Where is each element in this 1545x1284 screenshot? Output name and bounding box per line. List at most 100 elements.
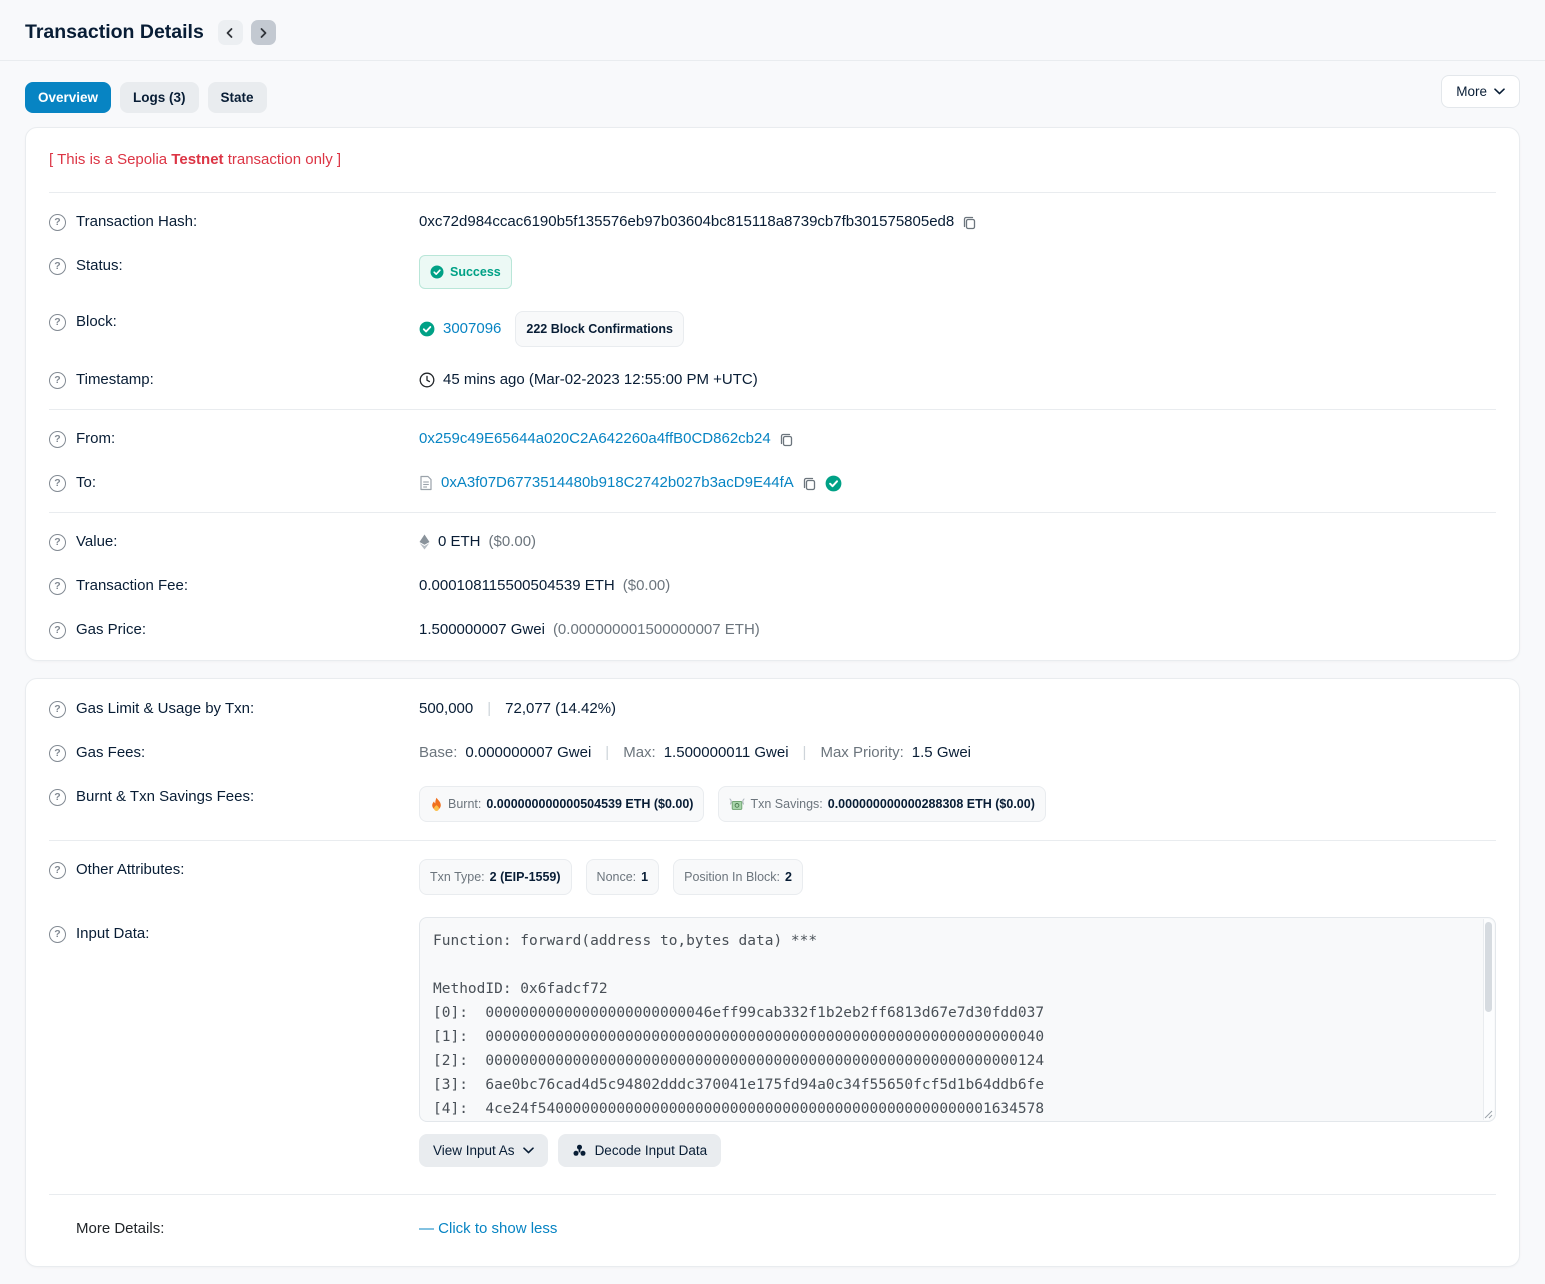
divider (49, 840, 1496, 841)
nonce-value: 1 (641, 866, 648, 888)
gas-price-amount: 1.500000007 Gwei (419, 619, 545, 641)
transaction-fee-usd: ($0.00) (623, 575, 671, 597)
details-card: ? Gas Limit & Usage by Txn: 500,000 | 72… (25, 678, 1520, 1267)
help-icon[interactable]: ? (49, 431, 66, 448)
prev-transaction-button[interactable] (218, 20, 243, 45)
base-fee-label: Base: (419, 742, 457, 764)
other-attributes-row: ? Other Attributes: Txn Type: 2 (EIP-155… (49, 848, 1496, 906)
more-details-label: More Details: (76, 1218, 164, 1240)
help-icon[interactable]: ? (49, 314, 66, 331)
help-icon[interactable]: ? (49, 701, 66, 718)
help-icon[interactable]: ? (49, 622, 66, 639)
block-number-link[interactable]: 3007096 (443, 318, 501, 340)
copy-icon (962, 215, 977, 230)
max-priority-fee-value: 1.5 Gwei (912, 742, 971, 764)
gas-price-eth-equiv: (0.000000001500000007 ETH) (553, 619, 760, 641)
burnt-badge-label: Burnt: (448, 793, 481, 815)
gas-limit-usage-label: Gas Limit & Usage by Txn: (76, 698, 254, 720)
copy-from-address-button[interactable] (779, 432, 794, 447)
decode-input-data-button[interactable]: Decode Input Data (558, 1134, 722, 1167)
resize-grip-icon[interactable] (1483, 1109, 1493, 1119)
overview-card: [ This is a Sepolia Testnet transaction … (25, 127, 1520, 661)
help-icon[interactable]: ? (49, 862, 66, 879)
testnet-notice-emphasis: Testnet (171, 151, 223, 168)
help-icon[interactable]: ? (49, 789, 66, 806)
divider (49, 512, 1496, 513)
tab-overview[interactable]: Overview (25, 82, 111, 113)
status-badge-label: Success (450, 261, 501, 283)
nonce-badge: Nonce: 1 (586, 859, 660, 895)
divider (49, 1194, 1496, 1195)
max-fee-label: Max: (623, 742, 656, 764)
flame-icon (430, 797, 443, 812)
position-in-block-label: Position In Block: (684, 866, 780, 888)
to-address-link[interactable]: 0xA3f07D6773514480b918C2742b027b3acD9E44… (441, 472, 794, 494)
help-icon[interactable]: ? (49, 475, 66, 492)
position-in-block-value: 2 (785, 866, 792, 888)
separator: | (599, 742, 615, 764)
help-icon[interactable]: ? (49, 578, 66, 595)
input-data-row: ? Input Data: Function: forward(address … (49, 906, 1496, 1178)
input-data-content: Function: forward(address to,bytes data)… (433, 929, 1471, 1122)
show-less-link[interactable]: — Click to show less (419, 1218, 557, 1240)
help-icon[interactable]: ? (49, 258, 66, 275)
gas-limit-value: 500,000 (419, 698, 473, 720)
page-title: Transaction Details (25, 21, 204, 44)
testnet-notice-suffix: transaction only ] (224, 151, 342, 168)
gas-price-label: Gas Price: (76, 619, 146, 641)
gas-limit-usage-row: ? Gas Limit & Usage by Txn: 500,000 | 72… (49, 687, 1496, 731)
check-circle-icon (430, 265, 444, 279)
copy-transaction-hash-button[interactable] (962, 215, 977, 230)
next-transaction-button[interactable] (251, 20, 276, 45)
input-data-box[interactable]: Function: forward(address to,bytes data)… (419, 917, 1496, 1122)
txn-savings-badge-label: Txn Savings: (750, 793, 822, 815)
chevron-right-icon (257, 27, 269, 39)
gas-fees-label: Gas Fees: (76, 742, 145, 764)
txn-savings-badge-value: 0.000000000000288308 ETH ($0.00) (828, 793, 1035, 815)
help-icon[interactable]: ? (49, 534, 66, 551)
chevron-left-icon (224, 27, 236, 39)
block-label: Block: (76, 311, 117, 333)
gas-usage-value: 72,077 (14.42%) (505, 698, 616, 720)
tab-logs[interactable]: Logs (3) (120, 82, 199, 113)
help-icon[interactable]: ? (49, 745, 66, 762)
copy-icon (779, 432, 794, 447)
to-label: To: (76, 472, 96, 494)
more-dropdown-label: More (1456, 84, 1487, 99)
value-amount: 0 ETH (438, 531, 481, 553)
transaction-fee-amount: 0.000108115500504539 ETH (419, 575, 615, 597)
scrollbar-thumb[interactable] (1485, 922, 1492, 1012)
block-confirmations-badge: 222 Block Confirmations (515, 311, 684, 347)
burnt-badge-value: 0.000000000000504539 ETH ($0.00) (486, 793, 693, 815)
input-data-scrollbar[interactable] (1483, 919, 1494, 1120)
verified-check-icon (825, 475, 842, 492)
copy-to-address-button[interactable] (802, 476, 817, 491)
clock-icon (419, 372, 435, 388)
help-icon[interactable]: ? (49, 214, 66, 231)
view-input-as-label: View Input As (433, 1143, 515, 1158)
block-row: ? Block: 3007096 222 Block Confirmations (49, 300, 1496, 358)
more-details-row: More Details: — Click to show less (49, 1202, 1496, 1258)
base-fee-value: 0.000000007 Gwei (465, 742, 591, 764)
help-icon[interactable]: ? (49, 926, 66, 943)
input-data-label: Input Data: (76, 923, 149, 945)
help-icon[interactable]: ? (49, 372, 66, 389)
from-address-link[interactable]: 0x259c49E65644a020C2A642260a4ffB0CD862cb… (419, 428, 771, 450)
view-input-as-button[interactable]: View Input As (419, 1134, 548, 1167)
value-label: Value: (76, 531, 117, 553)
value-usd: ($0.00) (489, 531, 537, 553)
tab-bar: Overview Logs (3) State More (0, 61, 1545, 127)
burnt-savings-row: ? Burnt & Txn Savings Fees: Burnt: 0.000… (49, 775, 1496, 833)
testnet-notice: [ This is a Sepolia Testnet transaction … (49, 136, 1496, 185)
transaction-hash-row: ? Transaction Hash: 0xc72d984ccac6190b5f… (49, 200, 1496, 244)
divider (49, 192, 1496, 193)
contract-file-icon (419, 475, 433, 491)
transaction-hash-value: 0xc72d984ccac6190b5f135576eb97b03604bc81… (419, 211, 954, 233)
status-label: Status: (76, 255, 123, 277)
gas-fees-row: ? Gas Fees: Base: 0.000000007 Gwei | Max… (49, 731, 1496, 775)
more-dropdown-button[interactable]: More (1441, 75, 1520, 108)
tab-state[interactable]: State (208, 82, 267, 113)
separator: | (797, 742, 813, 764)
transaction-hash-label: Transaction Hash: (76, 211, 197, 233)
divider (49, 409, 1496, 410)
